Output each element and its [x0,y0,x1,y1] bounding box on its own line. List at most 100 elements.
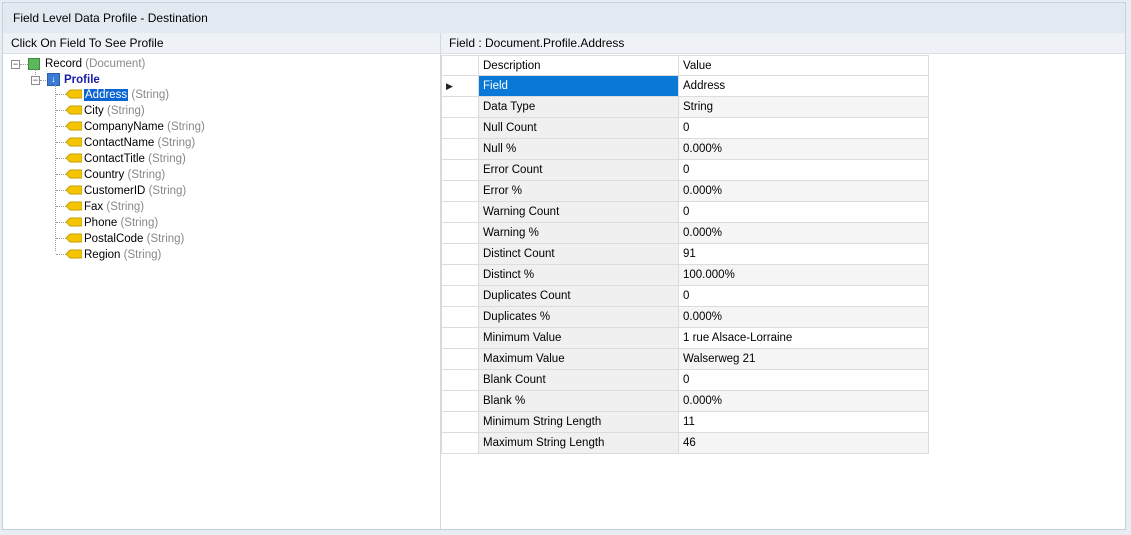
row-header[interactable] [441,96,479,118]
field-label: Phone [84,217,118,229]
grid-row[interactable]: Duplicates Count 0 [441,285,929,307]
row-header[interactable] [441,369,479,391]
tree-node-profile[interactable]: Profile [64,72,100,88]
cell-value[interactable]: 100.000% [678,264,929,286]
row-header[interactable]: ▶ [441,75,479,97]
tree-node-field[interactable]: Region (String) [84,247,161,263]
grid-row[interactable]: Null % 0.000% [441,138,929,160]
record-icon [28,58,40,70]
profile-expander-icon[interactable]: − [31,76,40,85]
column-header-description[interactable]: Description [478,55,679,76]
row-header[interactable] [441,243,479,265]
cell-description[interactable]: Field [478,75,679,97]
row-header[interactable] [441,117,479,139]
row-header[interactable] [441,201,479,223]
row-header[interactable] [441,264,479,286]
grid-row[interactable]: Maximum Value Walserweg 21 [441,348,929,370]
cell-value[interactable]: 0 [678,159,929,181]
cell-value[interactable]: Address [678,75,929,97]
cell-description[interactable]: Null Count [478,117,679,139]
grid-row[interactable]: Distinct Count 91 [441,243,929,265]
grid-row[interactable]: Minimum Value 1 rue Alsace-Lorraine [441,327,929,349]
tree-node-field[interactable]: Country (String) [84,167,165,183]
profile-grid[interactable]: Description Value ▶ Field Address Data Type… [441,55,929,454]
grid-row[interactable]: Maximum String Length 46 [441,432,929,454]
tree-node-field[interactable]: Address (String) [84,87,169,103]
grid-row[interactable]: Error Count 0 [441,159,929,181]
column-header-value[interactable]: Value [678,55,929,76]
cell-description[interactable]: Warning % [478,222,679,244]
cell-value[interactable]: 46 [678,432,929,454]
cell-value[interactable]: 0.000% [678,222,929,244]
tree-node-field[interactable]: Fax (String) [84,199,144,215]
grid-row[interactable]: Warning % 0.000% [441,222,929,244]
cell-description[interactable]: Distinct Count [478,243,679,265]
cell-value[interactable]: 0.000% [678,306,929,328]
row-header[interactable] [441,306,479,328]
row-header[interactable] [441,285,479,307]
grid-row[interactable]: Distinct % 100.000% [441,264,929,286]
cell-description[interactable]: Distinct % [478,264,679,286]
row-header[interactable] [441,348,479,370]
row-header[interactable] [441,390,479,412]
cell-value[interactable]: Walserweg 21 [678,348,929,370]
cell-value[interactable]: 0.000% [678,390,929,412]
grid-row[interactable]: Minimum String Length 11 [441,411,929,433]
row-header[interactable] [441,180,479,202]
grid-row[interactable]: Null Count 0 [441,117,929,139]
cell-value[interactable]: 0 [678,117,929,139]
cell-value[interactable]: 11 [678,411,929,433]
tree-node-record[interactable]: Record (Document) [45,56,145,72]
cell-description[interactable]: Null % [478,138,679,160]
cell-value[interactable]: 0 [678,201,929,223]
cell-value[interactable]: 1 rue Alsace-Lorraine [678,327,929,349]
cell-description[interactable]: Blank Count [478,369,679,391]
tree-node-field[interactable]: Phone (String) [84,215,158,231]
tree-node-field[interactable]: ContactTitle (String) [84,151,186,167]
field-type: (String) [148,153,186,165]
cell-description[interactable]: Error Count [478,159,679,181]
tree-node-field[interactable]: PostalCode (String) [84,231,184,247]
cell-value[interactable]: 0.000% [678,138,929,160]
cell-description[interactable]: Data Type [478,96,679,118]
cell-description[interactable]: Duplicates % [478,306,679,328]
field-label: Address [84,89,129,101]
cell-description[interactable]: Minimum String Length [478,411,679,433]
tree-node-field[interactable]: City (String) [84,103,145,119]
cell-description[interactable]: Error % [478,180,679,202]
cell-description[interactable]: Maximum String Length [478,432,679,454]
cell-value[interactable]: 0.000% [678,180,929,202]
field-tag-icon [66,105,82,115]
cell-value[interactable]: 0 [678,285,929,307]
field-tag-icon [66,169,82,179]
row-header[interactable] [441,222,479,244]
field-tag-icon [66,121,82,131]
grid-row[interactable]: Blank Count 0 [441,369,929,391]
grid-row[interactable]: Warning Count 0 [441,201,929,223]
field-label: PostalCode [84,233,144,245]
grid-row[interactable]: Data Type String [441,96,929,118]
cell-value[interactable]: 91 [678,243,929,265]
tree-node-field[interactable]: ContactName (String) [84,135,195,151]
grid-row[interactable]: ▶ Field Address [441,75,929,97]
cell-description[interactable]: Minimum Value [478,327,679,349]
field-tag-icon [66,185,82,195]
grid-row[interactable]: Error % 0.000% [441,180,929,202]
tree-node-field[interactable]: CustomerID (String) [84,183,186,199]
grid-row[interactable]: Duplicates % 0.000% [441,306,929,328]
grid-row[interactable]: Blank % 0.000% [441,390,929,412]
tree-pane-header: Click On Field To See Profile [3,33,440,54]
cell-description[interactable]: Warning Count [478,201,679,223]
cell-value[interactable]: String [678,96,929,118]
record-expander-icon[interactable]: − [11,60,20,69]
row-header[interactable] [441,411,479,433]
cell-description[interactable]: Blank % [478,390,679,412]
cell-description[interactable]: Duplicates Count [478,285,679,307]
row-header[interactable] [441,432,479,454]
cell-description[interactable]: Maximum Value [478,348,679,370]
tree-node-field[interactable]: CompanyName (String) [84,119,205,135]
cell-value[interactable]: 0 [678,369,929,391]
row-header[interactable] [441,159,479,181]
row-header[interactable] [441,138,479,160]
row-header[interactable] [441,327,479,349]
